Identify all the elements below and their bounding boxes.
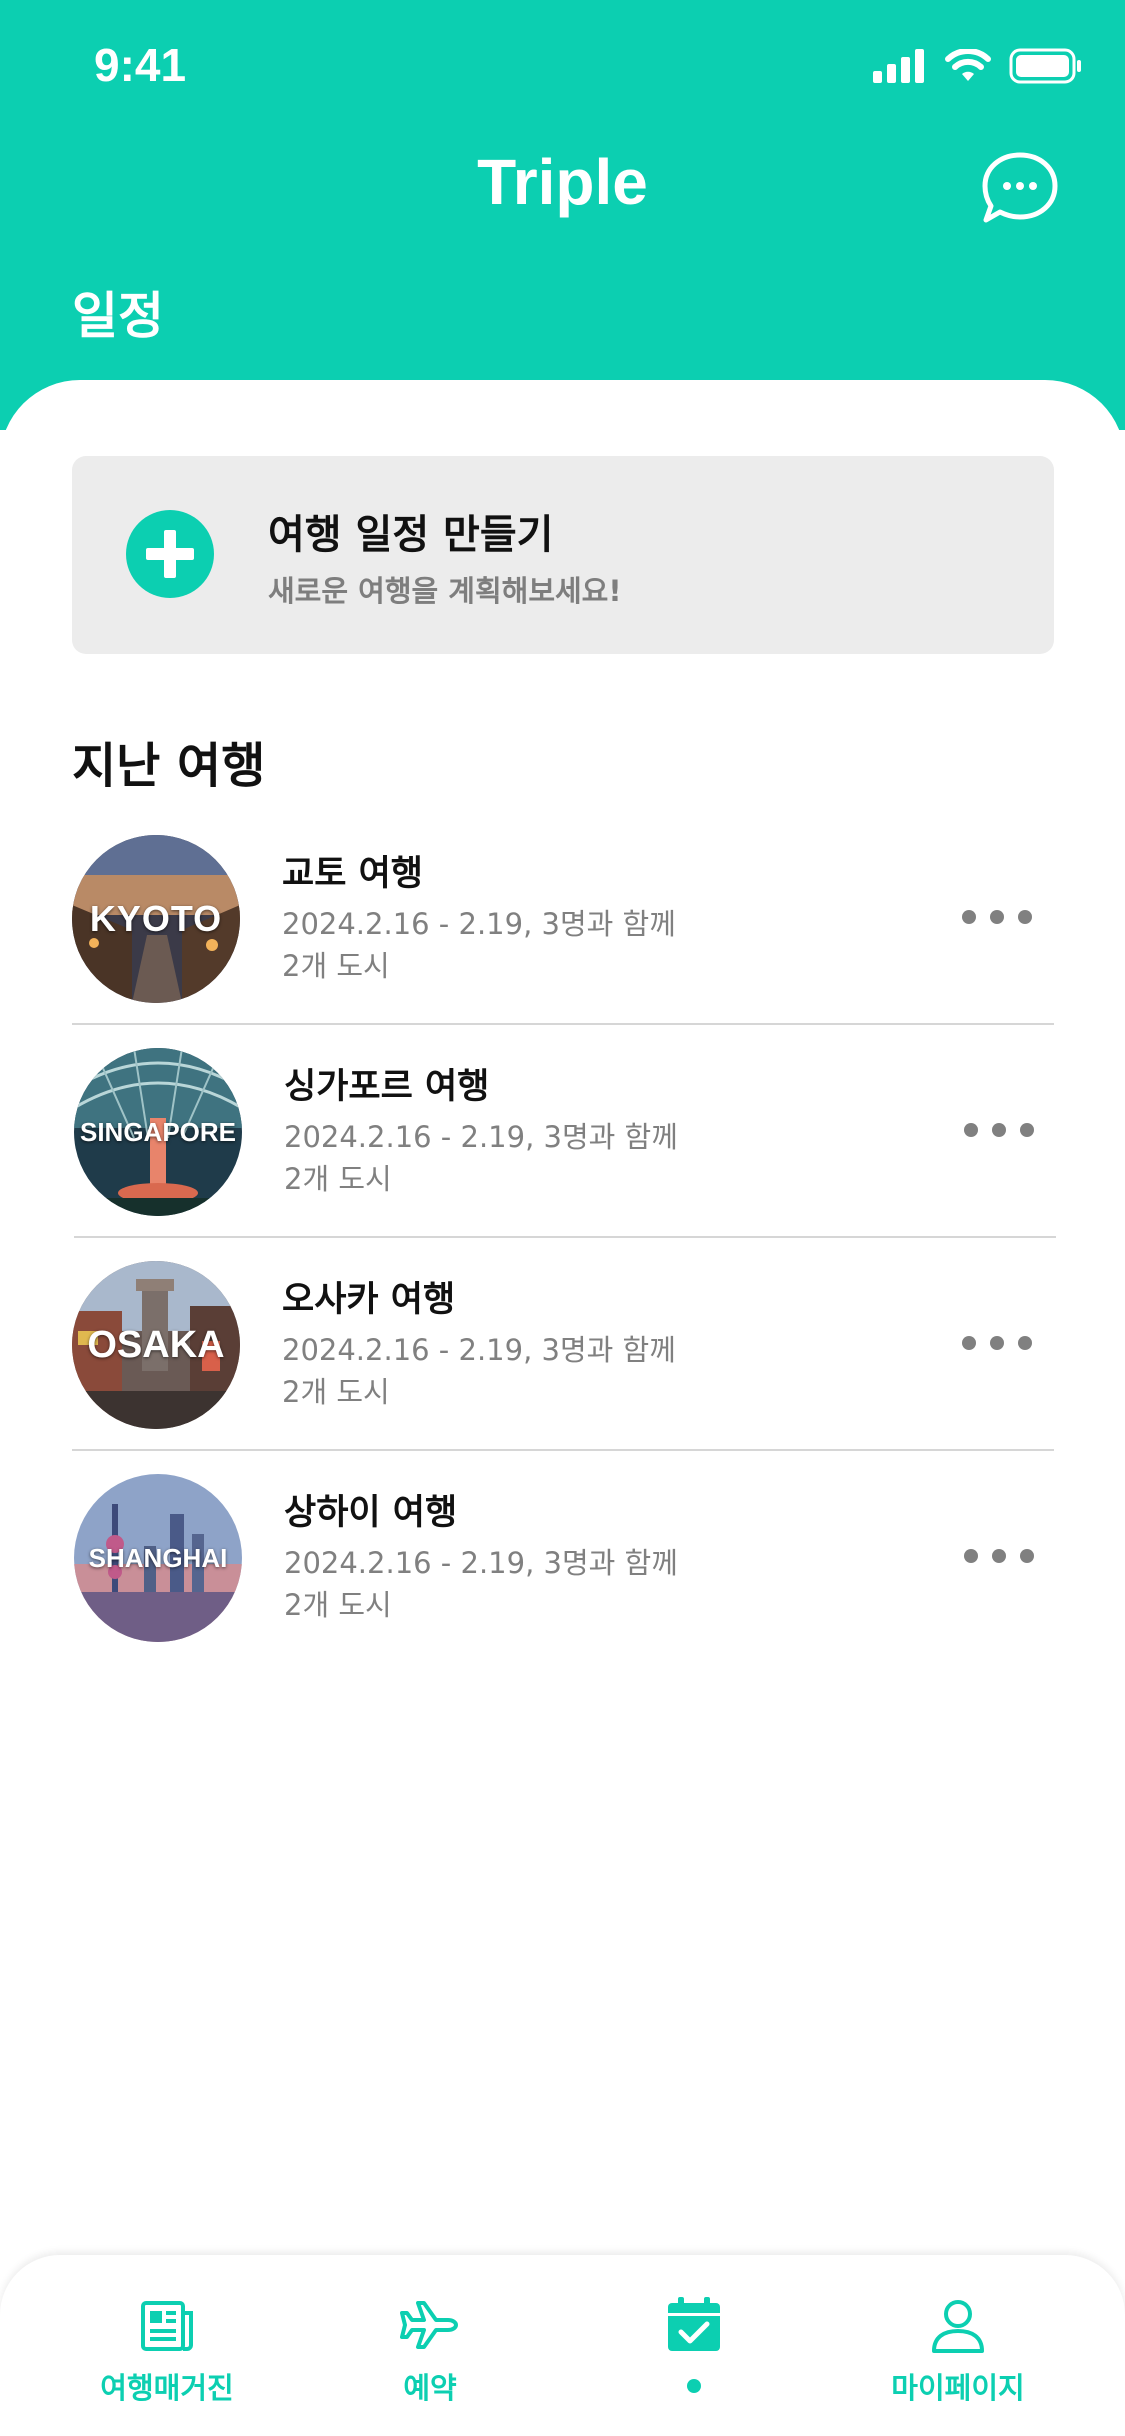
header: 9:41 Triple 일정	[0, 0, 1125, 430]
magazine-icon	[141, 2301, 193, 2351]
wifi-icon	[945, 49, 991, 81]
create-trip-subtitle: 새로운 여행을 계획해보세요!	[268, 574, 622, 608]
tab-label: 마이페이지	[891, 2371, 1025, 2405]
status-icons	[873, 46, 1083, 86]
trip-name: 오사카 여행	[282, 1280, 456, 1320]
screen: 9:41 Triple 일정 여행 일정 만들기 새로운 여행을 계획해보세요!…	[0, 0, 1125, 2436]
more-options-button[interactable]	[962, 1321, 1032, 1365]
create-trip-card[interactable]: 여행 일정 만들기 새로운 여행을 계획해보세요!	[72, 456, 1054, 654]
trip-name: 싱가포르 여행	[284, 1067, 490, 1107]
trip-item-singapore[interactable]: SINGAPORE 싱가포르 여행 2024.2.16 - 2.19, 3명과 …	[74, 1048, 1059, 1261]
more-options-button[interactable]	[964, 1108, 1034, 1152]
thumbnail-label: KYOTO	[89, 898, 223, 939]
plus-circle-icon	[126, 510, 214, 598]
tab-magazine[interactable]: 여행매거진	[47, 2295, 287, 2415]
tab-schedule[interactable]	[574, 2295, 814, 2415]
trip-item-kyoto[interactable]: KYOTO 교토 여행 2024.2.16 - 2.19, 3명과 함께 2개 …	[72, 835, 1057, 1048]
thumbnail-label: SINGAPORE	[79, 1116, 237, 1147]
create-trip-title: 여행 일정 만들기	[268, 512, 554, 558]
trip-cities: 2개 도시	[284, 1162, 392, 1196]
calendar-check-icon	[668, 2297, 720, 2351]
trip-thumbnail-kyoto: KYOTO	[72, 835, 240, 1003]
trip-thumbnail-singapore: SINGAPORE	[74, 1048, 242, 1216]
trip-cities: 2개 도시	[284, 1588, 392, 1622]
trip-name: 상하이 여행	[284, 1493, 458, 1533]
status-bar: 9:41	[0, 0, 1125, 130]
trip-item-osaka[interactable]: OSAKA 오사카 여행 2024.2.16 - 2.19, 3명과 함께 2개…	[72, 1261, 1057, 1474]
airplane-icon	[400, 2301, 458, 2349]
more-options-button[interactable]	[962, 895, 1032, 939]
chat-button[interactable]	[980, 150, 1060, 226]
past-trips-title: 지난 여행	[72, 738, 266, 794]
chat-bubble-icon	[982, 152, 1058, 223]
thumbnail-label: OSAKA	[87, 1323, 225, 1366]
trip-dates: 2024.2.16 - 2.19, 3명과 함께	[284, 1546, 678, 1580]
trip-thumbnail-osaka: OSAKA	[72, 1261, 240, 1429]
tab-mypage[interactable]: 마이페이지	[838, 2295, 1078, 2415]
trip-dates: 2024.2.16 - 2.19, 3명과 함께	[282, 907, 676, 941]
tab-label: 여행매거진	[100, 2371, 234, 2405]
trip-item-shanghai[interactable]: SHANGHAI 상하이 여행 2024.2.16 - 2.19, 3명과 함께…	[74, 1474, 1059, 1687]
more-options-button[interactable]	[964, 1534, 1034, 1578]
battery-icon	[1009, 48, 1081, 84]
tab-bar: 여행매거진 예약 마이페이지	[0, 2255, 1125, 2436]
signal-icon	[873, 49, 924, 83]
trip-name: 교토 여행	[282, 854, 423, 894]
status-time: 9:41	[94, 39, 187, 91]
thumbnail-label: SHANGHAI	[88, 1542, 228, 1573]
page-heading: 일정	[72, 287, 164, 345]
tab-label: 예약	[403, 2371, 457, 2405]
active-tab-indicator	[687, 2379, 701, 2393]
divider	[74, 1236, 1056, 1238]
trip-dates: 2024.2.16 - 2.19, 3명과 함께	[284, 1120, 678, 1154]
trip-dates: 2024.2.16 - 2.19, 3명과 함께	[282, 1333, 676, 1367]
trip-thumbnail-shanghai: SHANGHAI	[74, 1474, 242, 1642]
trip-cities: 2개 도시	[282, 949, 390, 983]
divider	[72, 1449, 1054, 1451]
divider	[72, 1023, 1054, 1025]
person-icon	[932, 2300, 984, 2353]
tab-booking[interactable]: 예약	[310, 2295, 550, 2415]
app-title: Triple	[477, 146, 648, 218]
trip-cities: 2개 도시	[282, 1375, 390, 1409]
